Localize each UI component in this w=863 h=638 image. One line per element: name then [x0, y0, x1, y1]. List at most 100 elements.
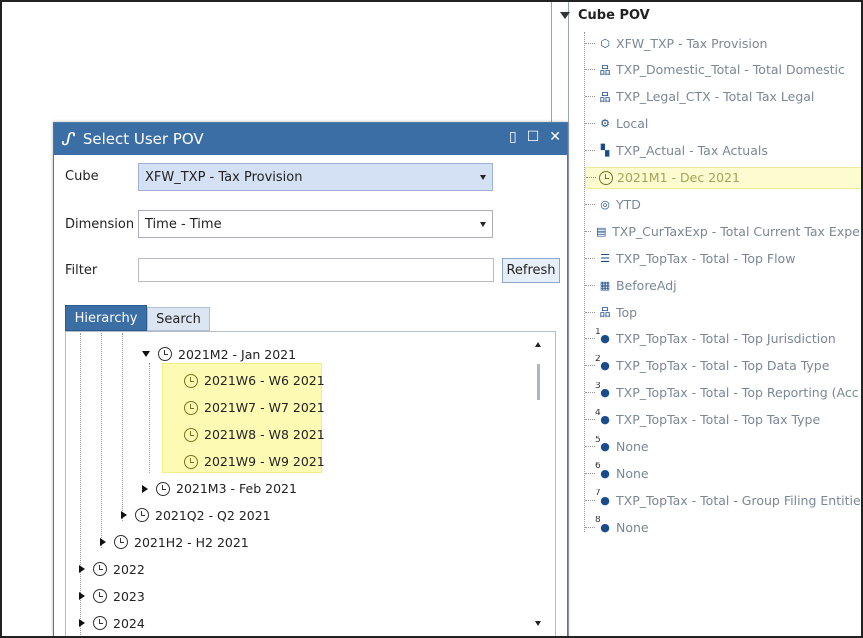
- pov-item[interactable]: ● 3 TXP_TopTax - Total - Top Reporting (Ac…: [585, 381, 861, 404]
- ud5-icon: ● 5: [595, 435, 610, 454]
- tree-node[interactable]: 2023: [79, 585, 145, 607]
- dimension-select-value: Time - Time: [145, 216, 222, 232]
- pov-item[interactable]: 品 TXP_Legal_CTX - Total Tax Legal: [585, 86, 861, 108]
- tree-connector: [586, 177, 596, 178]
- pov-item-label: TXP_TopTax - Total - Top Tax Type: [616, 412, 821, 428]
- dimension-number: 3: [595, 381, 601, 391]
- screenshot-frame: Cube POV ⬡ XFW_TXP - Tax Provision 品 TXP_Do…: [0, 0, 863, 638]
- tree-guide-line: [122, 333, 123, 521]
- tree-connector: [585, 311, 595, 313]
- tree-node[interactable]: 2021W6 - W6 2021: [184, 370, 325, 392]
- pov-item[interactable]: ⬡ XFW_TXP - Tax Provision: [585, 32, 861, 54]
- scroll-up-arrow-icon[interactable]: [535, 342, 541, 347]
- clock-icon: [158, 347, 172, 361]
- dimension-number: 7: [595, 489, 601, 499]
- tree-connector: [585, 419, 595, 421]
- pov-item[interactable]: ● 6 None: [585, 462, 861, 484]
- tree-node-label: 2022: [113, 561, 145, 577]
- expand-right-icon[interactable]: [100, 538, 106, 547]
- pov-item[interactable]: 品 Top: [585, 301, 861, 323]
- pov-item[interactable]: ● 7 TXP_TopTax - Total - Group Filing Enti…: [585, 489, 861, 511]
- dimension-select[interactable]: Time - Time: [138, 210, 493, 238]
- dimension-number: 2: [595, 354, 601, 364]
- pov-item-label: TXP_CurTaxExp - Total Current Tax Exper: [612, 223, 863, 239]
- pov-item-label: TXP_TopTax - Total - Top Data Type: [616, 358, 830, 374]
- expand-right-icon[interactable]: [142, 484, 148, 493]
- pov-item[interactable]: 品 TXP_Domestic_Total - Total Domestic: [585, 59, 861, 81]
- expand-right-icon[interactable]: [79, 565, 85, 574]
- clock-icon: [93, 616, 107, 630]
- pov-item[interactable]: ◎ YTD: [585, 193, 861, 215]
- refresh-button[interactable]: Refresh: [502, 258, 560, 283]
- clock-icon: [184, 373, 198, 388]
- ud1-icon: ● 1: [595, 327, 610, 346]
- pov-item-label: TXP_TopTax - Total - Group Filing Entiti…: [616, 492, 861, 508]
- tree-connector: [585, 526, 595, 528]
- tree-node[interactable]: 2022: [79, 558, 145, 580]
- tree-connector: [585, 365, 595, 367]
- pov-item-label: TXP_TopTax - Total - Top Jurisdiction: [616, 331, 836, 347]
- dimension-label: Dimension: [65, 217, 135, 232]
- pov-item[interactable]: ▚ TXP_Actual - Tax Actuals: [585, 140, 861, 162]
- dimension-number: 5: [595, 435, 601, 445]
- tree-node-label: 2021Q2 - Q2 2021: [155, 507, 271, 523]
- tree-connector: [585, 42, 595, 44]
- ud2-icon: ● 2: [595, 354, 610, 373]
- collapse-triangle-icon[interactable]: [560, 12, 570, 19]
- tree-node[interactable]: 2021M2 - Jan 2021: [142, 343, 296, 365]
- pov-item[interactable]: ☰ TXP_TopTax - Total - Top Flow: [585, 247, 861, 269]
- expand-down-icon[interactable]: [142, 351, 150, 357]
- cube-icon: ⬡: [600, 36, 610, 50]
- clock-icon: [114, 535, 128, 550]
- tree-connector: [585, 69, 595, 71]
- tree-connector: [585, 499, 595, 501]
- tree-node[interactable]: 2024: [79, 612, 145, 634]
- scroll-down-arrow-icon[interactable]: [535, 621, 541, 626]
- pov-item-label: TXP_Domestic_Total - Total Domestic: [616, 62, 845, 78]
- pov-item[interactable]: ● 5 None: [585, 435, 861, 458]
- pov-item[interactable]: ⚙ Local: [585, 113, 861, 135]
- pov-item[interactable]: ● 4 TXP_TopTax - Total - Top Tax Type: [585, 408, 861, 431]
- pov-item[interactable]: ▦ BeforeAdj: [585, 274, 861, 296]
- tree-connector: [585, 392, 595, 394]
- pov-item[interactable]: ● 8 None: [585, 516, 861, 538]
- tab-hierarchy[interactable]: Hierarchy: [65, 305, 147, 331]
- account-icon: ▤: [595, 224, 607, 238]
- expand-right-icon[interactable]: [121, 511, 127, 520]
- pov-item[interactable]: ▤ TXP_CurTaxExp - Total Current Tax Exper: [585, 220, 863, 242]
- cube-label: Cube: [65, 169, 99, 184]
- expand-right-icon[interactable]: [79, 619, 85, 627]
- filter-input[interactable]: [138, 258, 494, 282]
- dialog-titlebar[interactable]: ᔑ Select User POV ▯ ☐ ✕: [54, 123, 567, 155]
- pov-item[interactable]: 2021M1 - Dec 2021: [585, 166, 861, 189]
- ud4-icon: ● 4: [595, 408, 610, 427]
- clock-icon: [184, 454, 198, 469]
- tree-node-label: 2021M3 - Feb 2021: [176, 481, 297, 496]
- tree-node[interactable]: 2021Q2 - Q2 2021: [121, 504, 271, 526]
- clipboard-icon[interactable]: ▯: [509, 129, 517, 145]
- tree-node[interactable]: 2021M3 - Feb 2021: [142, 478, 297, 500]
- pov-item-label: None: [616, 465, 649, 481]
- tree-connector: [585, 230, 592, 232]
- tree-node-label: 2024: [113, 615, 145, 631]
- scroll-thumb[interactable]: [537, 364, 540, 400]
- tree-node[interactable]: 2021W9 - W9 2021: [184, 451, 325, 473]
- tree-scrollbar[interactable]: [532, 332, 546, 632]
- cube-select[interactable]: XFW_TXP - Tax Provision: [138, 163, 493, 191]
- tree-node-label: 2021W7 - W7 2021: [204, 400, 325, 416]
- expand-right-icon[interactable]: [79, 592, 85, 601]
- ud7-icon: ● 7: [595, 489, 610, 507]
- chevron-down-icon: [480, 222, 486, 227]
- pov-item[interactable]: ● 1 TXP_TopTax - Total - Top Jurisdiction: [585, 327, 861, 350]
- pov-item-label: XFW_TXP - Tax Provision: [616, 35, 768, 51]
- tree-node[interactable]: 2021H2 - H2 2021: [100, 531, 249, 553]
- tree-node[interactable]: 2021W7 - W7 2021: [184, 397, 325, 419]
- filter-label: Filter: [65, 263, 98, 278]
- tree-node[interactable]: 2021W8 - W8 2021: [184, 424, 325, 446]
- pov-item[interactable]: ● 2 TXP_TopTax - Total - Top Data Type: [585, 354, 861, 377]
- maximize-icon[interactable]: ☐: [527, 129, 540, 145]
- tree-connector: [585, 338, 595, 340]
- tab-search[interactable]: Search: [147, 307, 210, 331]
- close-icon[interactable]: ✕: [549, 129, 561, 145]
- tree-node-label: 2021W9 - W9 2021: [204, 454, 325, 470]
